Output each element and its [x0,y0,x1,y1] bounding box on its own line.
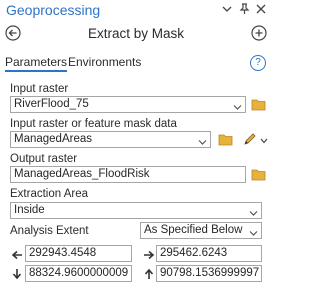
tab-environments[interactable]: Environments [68,55,141,69]
pin-icon[interactable] [238,3,250,15]
extent-bottom-value: 88324.9600000009 [29,267,129,279]
input-raster-value: RiverFlood_75 [14,98,89,110]
tool-title: Extract by Mask [87,26,185,41]
close-icon[interactable] [255,3,267,15]
chevron-down-icon[interactable] [258,135,270,147]
analysis-extent-value: As Specified Below [144,224,243,236]
analysis-extent-label: Analysis Extent [10,225,89,237]
chevron-down-icon [198,136,207,147]
chevron-down-icon [249,227,258,238]
tool-header: Extract by Mask [0,22,272,46]
add-circle-icon[interactable] [251,25,267,41]
output-raster-label: Output raster [10,153,78,165]
extent-bottom-field[interactable]: 88324.9600000009 [25,265,132,282]
folder-icon[interactable] [251,98,266,111]
pane-title-bar: Geoprocessing [0,0,272,20]
arrow-left-icon [11,248,23,260]
extent-top-value: 90798.1536999997 [160,267,260,279]
arrow-right-icon [143,248,155,260]
extraction-area-select[interactable]: Inside [10,202,262,219]
output-raster-value: ManagedAreas_FloodRisk [14,168,150,180]
arrow-up-icon [143,267,155,279]
pane-title: Geoprocessing [6,2,101,18]
mask-data-label: Input raster or feature mask data [10,118,177,130]
extent-top-field[interactable]: 90798.1536999997 [156,265,262,282]
extent-left-value: 292943.4548 [29,247,97,259]
help-icon[interactable]: ? [250,55,266,71]
extraction-area-value: Inside [14,204,45,216]
extent-right-value: 295462.6243 [160,247,228,259]
tab-parameters[interactable]: Parameters [5,55,68,72]
chevron-down-icon[interactable] [221,3,233,15]
input-raster-label: Input raster [10,83,69,95]
extraction-area-label: Extraction Area [10,188,88,200]
mask-data-select[interactable]: ManagedAreas [10,131,211,148]
chevron-down-icon [249,207,258,218]
extent-left-field[interactable]: 292943.4548 [25,245,132,262]
tool-tabs: Parameters Environments ? [0,52,272,74]
pencil-icon[interactable] [243,132,257,146]
output-raster-field[interactable]: ManagedAreas_FloodRisk [10,166,246,183]
folder-icon[interactable] [251,168,266,181]
folder-icon[interactable] [218,133,233,146]
arrow-down-icon [11,267,23,280]
chevron-down-icon [233,101,242,112]
extent-right-field[interactable]: 295462.6243 [156,245,262,262]
geoprocessing-pane: Geoprocessing Extract by Mask Parameters… [0,0,272,293]
mask-data-value: ManagedAreas [14,133,92,145]
input-raster-select[interactable]: RiverFlood_75 [10,96,246,113]
analysis-extent-select[interactable]: As Specified Below [140,222,262,239]
